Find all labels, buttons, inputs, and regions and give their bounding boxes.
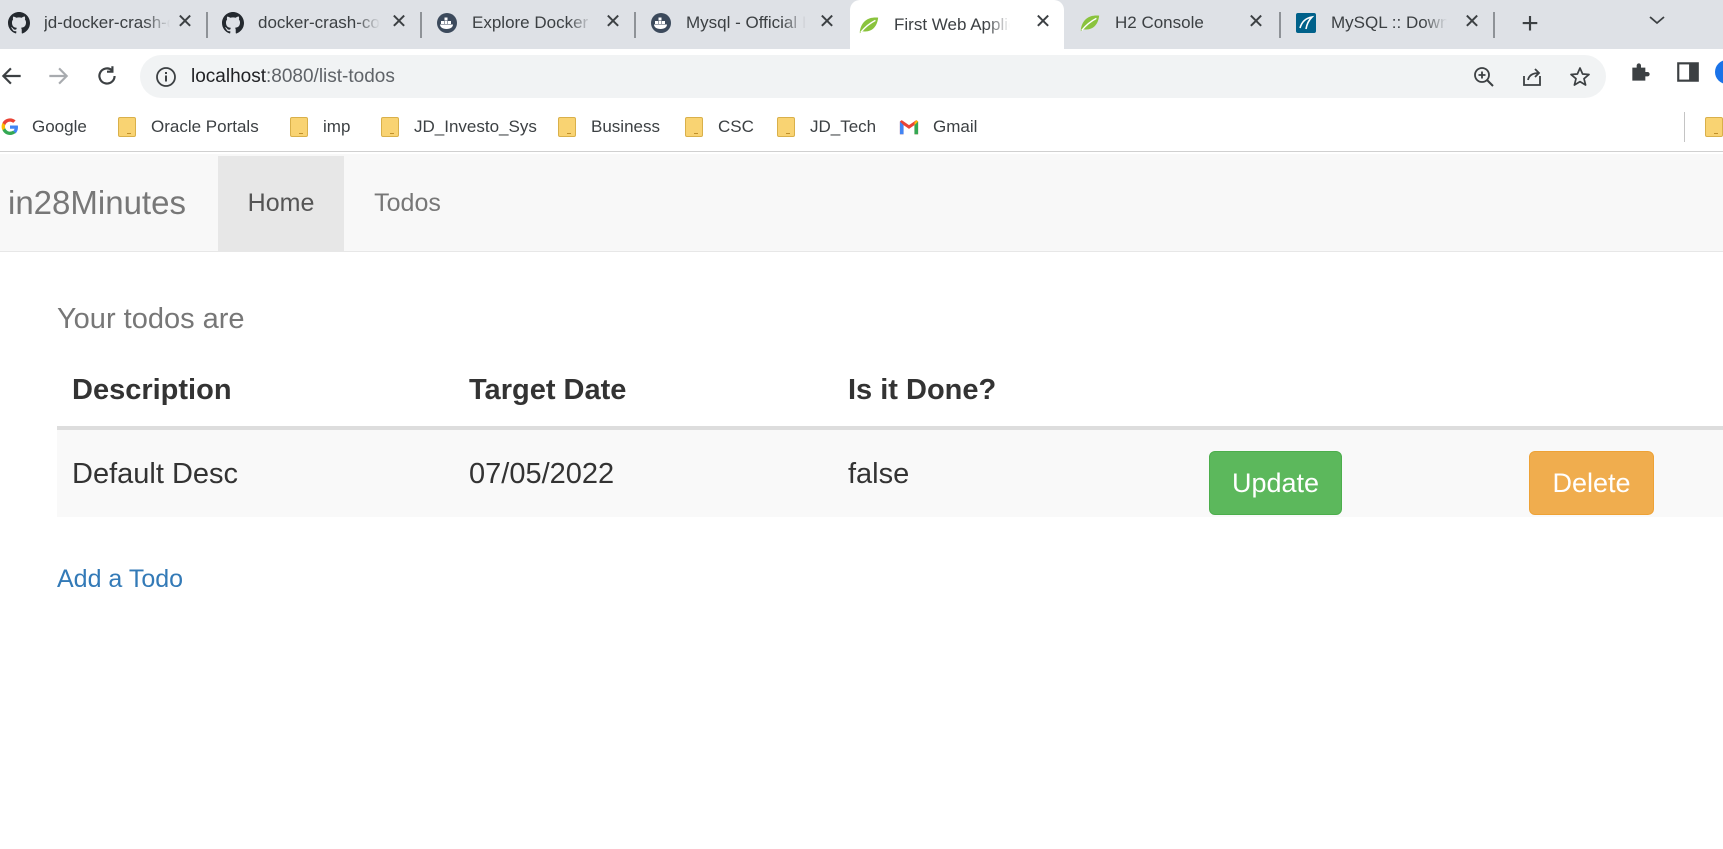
table-row: Default Desc 07/05/2022 false Update Del… [57, 430, 1723, 517]
nav-todos[interactable]: Todos [350, 156, 465, 251]
bookmark-label: imp [323, 117, 351, 136]
zoom-icon[interactable] [1472, 65, 1496, 89]
page-heading: Your todos are [57, 303, 245, 335]
bookmark-folder[interactable]: Business [557, 114, 660, 140]
chevron-down-icon[interactable] [1645, 8, 1669, 32]
bookmark-folder[interactable]: JD_Tech [776, 114, 876, 140]
tab-title: First Web Application [894, 14, 1010, 34]
delete-button[interactable]: Delete [1529, 451, 1654, 515]
spring-leaf-icon [858, 14, 880, 36]
tab-title: docker-crash-course [258, 12, 380, 32]
bookmark-google[interactable]: Google [0, 114, 87, 140]
mysql-icon [1295, 12, 1317, 34]
browser-tab[interactable]: H2 Console ✕ [1071, 0, 1277, 45]
back-arrow-icon[interactable] [0, 60, 28, 92]
cell-is-done: false [848, 458, 910, 490]
bookmark-label: Business [591, 117, 660, 136]
close-icon[interactable]: ✕ [1461, 11, 1483, 33]
tab-separator [420, 12, 422, 38]
cell-target-date: 07/05/2022 [469, 458, 615, 490]
browser-tab[interactable]: docker-crash-course ✕ [214, 0, 420, 45]
column-header-description: Description [72, 374, 232, 406]
extensions-puzzle-icon[interactable] [1628, 59, 1654, 85]
browser-tab[interactable]: Mysql - Official Image ✕ [642, 0, 848, 45]
cell-description: Default Desc [72, 458, 239, 490]
reload-icon[interactable] [91, 60, 123, 92]
close-icon[interactable]: ✕ [388, 11, 410, 33]
folder-icon [117, 116, 137, 138]
app-navbar: in28Minutes Home Todos [0, 154, 1723, 252]
share-icon[interactable] [1520, 65, 1544, 89]
url-host: localhost [191, 66, 266, 87]
bookmark-folder[interactable]: Oracle Portals [117, 114, 259, 140]
nav-home[interactable]: Home [218, 156, 344, 251]
star-icon[interactable] [1568, 65, 1592, 89]
google-icon [0, 116, 20, 138]
column-header-is-done: Is it Done? [848, 374, 997, 406]
folder-icon [557, 116, 577, 138]
browser-tab-active[interactable]: First Web Application ✕ [850, 0, 1064, 49]
forward-arrow-icon[interactable] [42, 60, 74, 92]
bookmark-folder-overflow[interactable] [1704, 114, 1723, 140]
docker-icon [436, 12, 458, 34]
close-icon[interactable]: ✕ [1245, 11, 1267, 33]
tab-title: H2 Console [1115, 12, 1204, 32]
bookmarks-divider [1684, 112, 1685, 142]
tab-separator [206, 12, 208, 38]
add-todo-link[interactable]: Add a Todo [57, 565, 183, 594]
github-icon [8, 11, 30, 34]
bookmark-label: JD_Investo_Sys [414, 117, 537, 136]
tab-separator [1279, 12, 1281, 38]
url-path: :8080/list-todos [266, 66, 395, 87]
gmail-icon [899, 116, 919, 138]
browser-tab[interactable]: MySQL :: Download ✕ [1287, 0, 1493, 45]
tab-title: MySQL :: Download [1331, 12, 1447, 32]
bookmarks-bar: Google Oracle Portals imp JD_Investo_Sys… [0, 104, 1723, 152]
github-icon [222, 11, 244, 34]
update-button[interactable]: Update [1209, 451, 1342, 515]
close-icon[interactable]: ✕ [174, 11, 196, 33]
tab-title: jd-docker-crash-course [44, 12, 170, 32]
browser-tab[interactable]: jd-docker-crash-course ✕ [0, 0, 206, 45]
bookmark-label: JD_Tech [810, 117, 877, 136]
side-panel-icon[interactable] [1675, 59, 1701, 85]
bookmark-label: Oracle Portals [151, 117, 259, 136]
bookmark-folder[interactable]: JD_Investo_Sys [380, 114, 537, 140]
folder-icon [684, 116, 704, 138]
tab-title: Explore Docker Hub [472, 12, 592, 32]
column-header-target-date: Target Date [469, 374, 627, 406]
browser-tab[interactable]: Explore Docker Hub ✕ [428, 0, 634, 45]
url-text[interactable]: localhost:8080/list-todos [191, 66, 395, 88]
brand-logo[interactable]: in28Minutes [8, 184, 186, 222]
profile-avatar-icon[interactable] [1714, 59, 1723, 85]
tab-title: Mysql - Official Image [686, 12, 806, 32]
bookmark-gmail[interactable]: Gmail [899, 114, 977, 140]
spring-leaf-icon [1079, 12, 1101, 34]
bookmark-label: Gmail [933, 117, 978, 136]
bookmark-folder[interactable]: imp [289, 114, 350, 140]
folder-icon [380, 116, 400, 138]
tab-separator [634, 12, 636, 38]
bookmark-label: CSC [718, 117, 754, 136]
docker-icon [650, 12, 672, 34]
address-bar[interactable]: localhost:8080/list-todos [140, 55, 1606, 98]
close-icon[interactable]: ✕ [602, 11, 624, 33]
close-icon[interactable]: ✕ [816, 11, 838, 33]
close-icon[interactable]: ✕ [1032, 11, 1054, 33]
browser-toolbar: localhost:8080/list-todos [0, 49, 1723, 104]
bookmark-label: Google [32, 117, 87, 136]
tab-separator [1493, 12, 1495, 38]
folder-icon [776, 116, 796, 138]
folder-icon [1704, 116, 1723, 138]
info-icon[interactable] [154, 65, 178, 89]
folder-icon [289, 116, 309, 138]
new-tab-button[interactable]: + [1513, 7, 1547, 41]
bookmark-folder[interactable]: CSC [684, 114, 754, 140]
tab-strip: jd-docker-crash-course ✕ docker-crash-co… [0, 0, 1723, 49]
